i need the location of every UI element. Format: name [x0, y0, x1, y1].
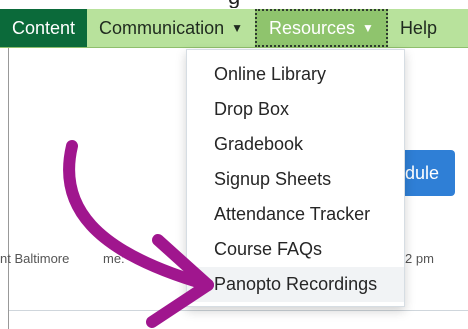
nav-resources[interactable]: Resources ▼ [255, 9, 388, 47]
resources-dropdown-menu: Online Library Drop Box Gradebook Signup… [186, 49, 405, 307]
page-title-fragment: g [228, 0, 268, 8]
row-location-text: nt Baltimore [0, 251, 70, 266]
menu-item-label: Online Library [214, 64, 327, 84]
menu-item-label: Panopto Recordings [214, 274, 378, 294]
menu-item-course-faqs[interactable]: Course FAQs [187, 232, 404, 267]
menu-item-signup-sheets[interactable]: Signup Sheets [187, 162, 404, 197]
course-navbar: Content Communication ▼ Resources ▼ Help [0, 9, 468, 48]
menu-item-online-library[interactable]: Online Library [187, 57, 404, 92]
nav-content-label: Content [12, 17, 76, 38]
menu-item-label: Course FAQs [214, 239, 323, 259]
menu-item-label: Signup Sheets [214, 169, 332, 189]
menu-item-attendance-tracker[interactable]: Attendance Tracker [187, 197, 404, 232]
menu-item-label: Gradebook [214, 134, 304, 154]
nav-help-label: Help [399, 17, 437, 38]
schedule-button[interactable]: dule [397, 150, 455, 196]
schedule-button-label: dule [405, 162, 440, 183]
nav-help[interactable]: Help [388, 9, 449, 47]
chevron-down-icon: ▼ [231, 21, 243, 35]
chevron-down-icon: ▼ [362, 21, 374, 35]
menu-item-gradebook[interactable]: Gradebook [187, 127, 404, 162]
menu-item-drop-box[interactable]: Drop Box [187, 92, 404, 127]
nav-communication[interactable]: Communication ▼ [87, 9, 255, 47]
row-time-label: me: [103, 251, 125, 266]
menu-item-label: Attendance Tracker [214, 204, 371, 224]
menu-item-label: Drop Box [214, 99, 290, 119]
divider [9, 310, 468, 311]
row-time-value: 2 pm [405, 251, 434, 266]
nav-resources-label: Resources [269, 17, 356, 38]
nav-content[interactable]: Content [0, 9, 88, 47]
menu-item-panopto-recordings[interactable]: Panopto Recordings [187, 267, 404, 302]
nav-communication-label: Communication [99, 17, 225, 38]
content-left-border [8, 48, 9, 329]
